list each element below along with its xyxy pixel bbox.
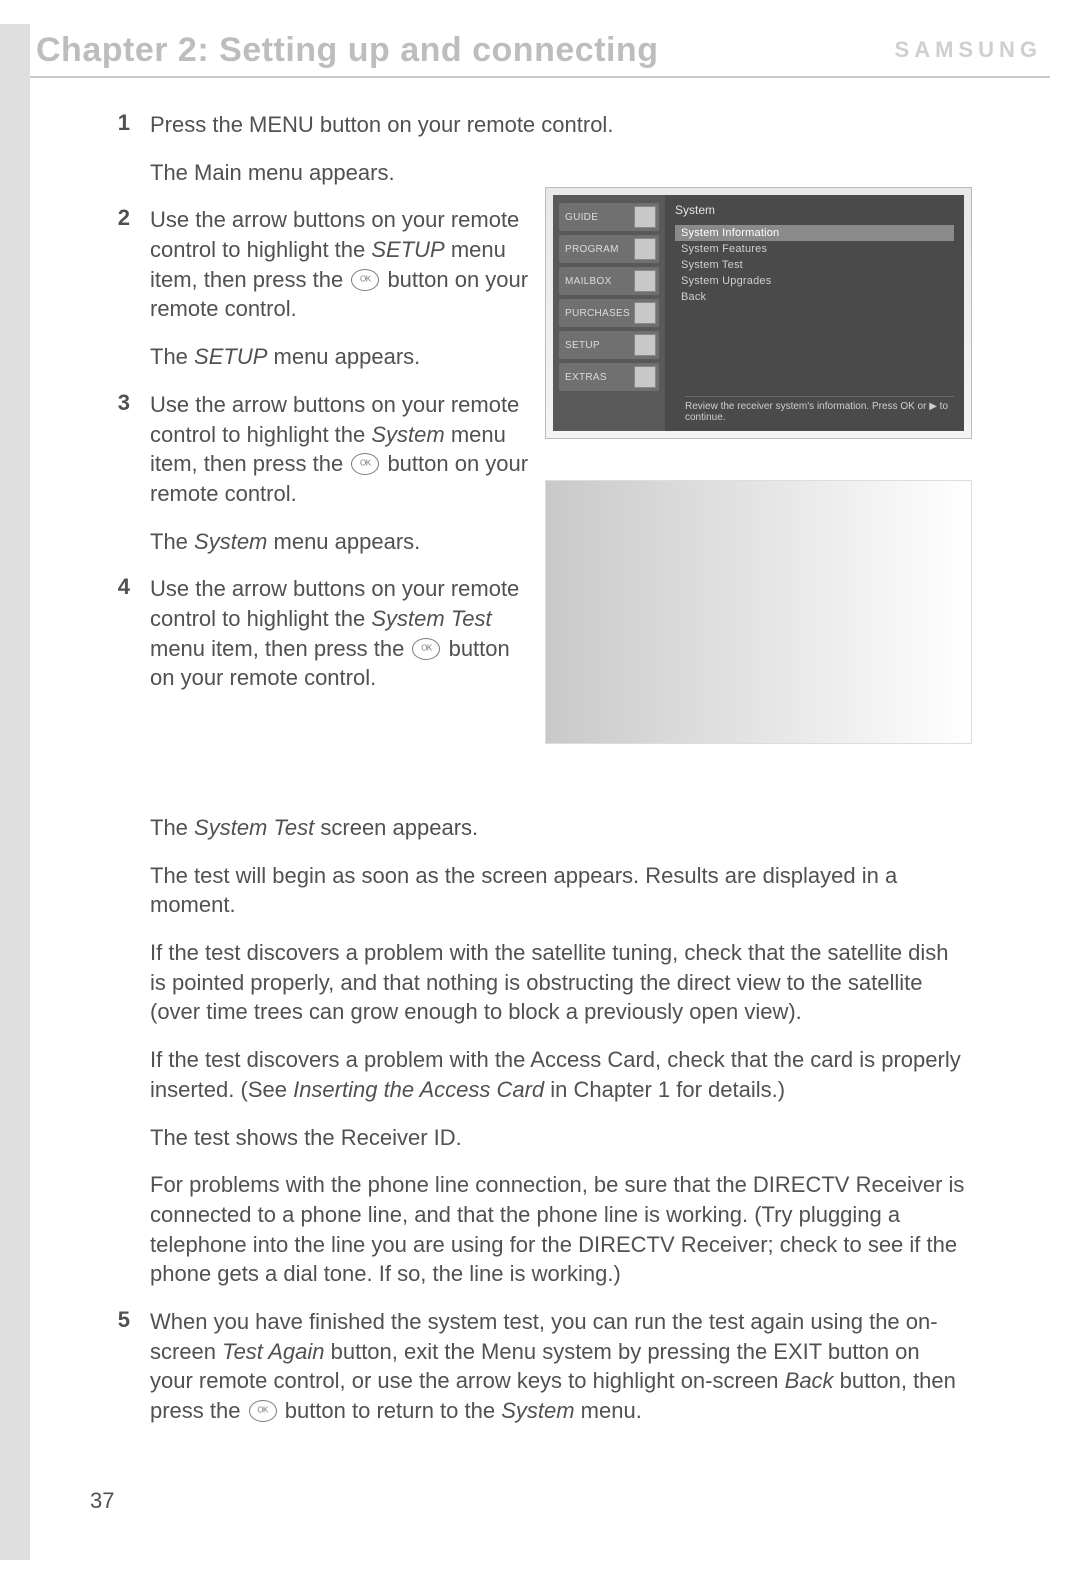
text-run: The: [150, 344, 194, 369]
step-4: 4 Use the arrow buttons on your remote co…: [90, 574, 965, 693]
paragraph: The SETUP menu appears.: [150, 342, 540, 372]
text-run: The Main menu appears.: [150, 160, 395, 185]
step-number: 2: [90, 205, 130, 231]
step-number: 4: [90, 574, 130, 600]
text-run: Inserting the Access Card: [293, 1077, 544, 1102]
step-number: 3: [90, 390, 130, 416]
left-margin-band: [0, 24, 30, 1560]
ok-button-icon: [412, 638, 440, 660]
paragraph: For problems with the phone line connect…: [150, 1170, 965, 1289]
paragraph: Press the MENU button on your remote con…: [150, 110, 965, 140]
text-run: The: [150, 815, 194, 840]
brand-logo: SAMSUNG: [895, 37, 1050, 63]
ok-button-icon: [351, 453, 379, 475]
text-run: button to return to the: [279, 1398, 502, 1423]
paragraph: If the test discovers a problem with the…: [150, 1045, 965, 1104]
page-number: 37: [90, 1488, 114, 1514]
step-5: 5 When you have finished the system test,…: [90, 1307, 965, 1426]
ok-button-icon: [351, 269, 379, 291]
paragraph: The test will begin as soon as the scree…: [150, 861, 965, 920]
text-run: The test will begin as soon as the scree…: [150, 863, 897, 918]
paragraph: The System Test screen appears.: [150, 813, 965, 843]
text-run: The test shows the Receiver ID.: [150, 1125, 462, 1150]
ok-button-icon: [249, 1400, 277, 1422]
text-run: menu.: [575, 1398, 642, 1423]
manual-page: Chapter 2: Setting up and connecting SAM…: [0, 0, 1080, 1584]
text-run: menu item, then press the: [150, 636, 410, 661]
steps-list: 1 Press the MENU button on your remote co…: [90, 110, 965, 693]
text-run: SETUP: [194, 344, 267, 369]
text-run: SETUP: [371, 237, 444, 262]
text-run: System Test: [371, 606, 491, 631]
text-run: System: [194, 529, 267, 554]
paragraph: The Main menu appears.: [150, 158, 965, 188]
chapter-title: Chapter 2: Setting up and connecting: [36, 31, 658, 70]
text-run: Back: [785, 1368, 834, 1393]
text-run: Press the MENU button on your remote con…: [150, 112, 613, 137]
text-run: Test Again: [222, 1339, 324, 1364]
followup-paragraphs: The System Test screen appears. The test …: [90, 813, 965, 1289]
step-3: 3 Use the arrow buttons on your remote co…: [90, 390, 965, 556]
paragraph: Use the arrow buttons on your remote con…: [150, 574, 540, 693]
paragraph: The System menu appears.: [150, 527, 540, 557]
paragraph: The test shows the Receiver ID.: [150, 1123, 965, 1153]
paragraph: If the test discovers a problem with the…: [150, 938, 965, 1027]
step-2: 2 Use the arrow buttons on your remote co…: [90, 205, 965, 371]
text-run: menu appears.: [267, 344, 420, 369]
page-header: Chapter 2: Setting up and connecting SAM…: [30, 24, 1050, 78]
step-number: 5: [90, 1307, 130, 1333]
page-content: 1 Press the MENU button on your remote co…: [90, 110, 965, 1444]
text-run: If the test discovers a problem with the…: [150, 940, 949, 1024]
paragraph: Use the arrow buttons on your remote con…: [150, 205, 540, 324]
step-number: 1: [90, 110, 130, 136]
paragraph: When you have finished the system test, …: [150, 1307, 965, 1426]
text-run: The: [150, 529, 194, 554]
text-run: menu appears.: [267, 529, 420, 554]
step5-list: 5 When you have finished the system test,…: [90, 1307, 965, 1426]
paragraph: Use the arrow buttons on your remote con…: [150, 390, 540, 509]
text-run: System: [371, 422, 444, 447]
text-run: System: [501, 1398, 574, 1423]
text-run: System Test: [194, 815, 314, 840]
text-run: in Chapter 1 for details.): [544, 1077, 785, 1102]
text-run: screen appears.: [314, 815, 478, 840]
text-run: For problems with the phone line connect…: [150, 1172, 964, 1286]
step-1: 1 Press the MENU button on your remote co…: [90, 110, 965, 187]
